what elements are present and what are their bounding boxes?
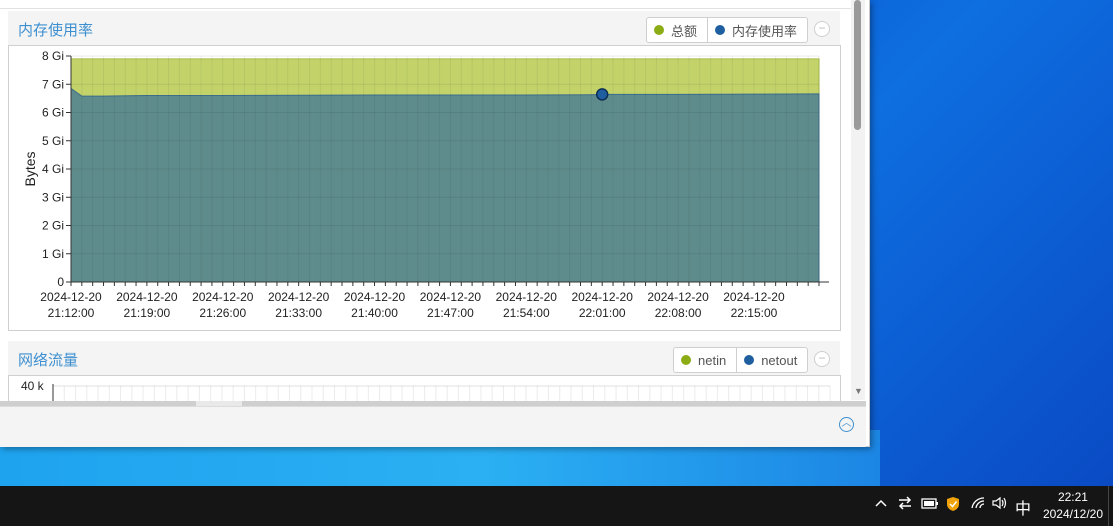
- chevron-up-icon[interactable]: [874, 496, 888, 513]
- y-tick-label: 8 Gi: [42, 49, 64, 63]
- x-tick-label-date: 2024-12-20: [647, 290, 709, 304]
- x-tick-label-date: 2024-12-20: [723, 290, 785, 304]
- memory-chart-container: 0 1 Gi 2 Gi 3 Gi 4 Gi 5 Gi 6 Gi 7 Gi 8 Gi 2024-12…: [8, 45, 841, 331]
- legend-label-memory-usage: 内存使用率: [732, 23, 798, 39]
- network-chart-container: 40 k: [8, 375, 841, 402]
- highlight-point[interactable]: [595, 88, 609, 101]
- legend-dot-icon: [654, 25, 664, 35]
- legend-label-total: 总额: [671, 23, 698, 39]
- y-tick-label: 7 Gi: [42, 77, 64, 91]
- network-chart: [52, 384, 831, 402]
- clock-date: 2024/12/20: [1042, 507, 1103, 521]
- legend-label-netout: netout: [761, 352, 798, 368]
- memory-panel-title: 内存使用率: [18, 22, 94, 39]
- app-window: 内存使用率 总额 内存使用率 − 0 1 Gi 2 Gi 3 Gi 4 Gi 5 Gi 6 …: [0, 0, 870, 447]
- ime-indicator[interactable]: 中: [1015, 495, 1031, 519]
- taskbar: 中 22:21 2024/12/20: [0, 486, 1113, 526]
- x-tick-label-time: 22:01:00: [579, 306, 626, 320]
- x-tick-label-time: 21:12:00: [48, 306, 95, 320]
- x-tick-label-time: 21:26:00: [199, 306, 246, 320]
- y-tick-label: 5 Gi: [42, 134, 64, 148]
- x-tick-label-time: 21:54:00: [503, 306, 550, 320]
- legend-item-total[interactable]: 总额: [647, 18, 707, 42]
- vertical-scrollbar[interactable]: ▼: [851, 0, 865, 400]
- y-tick-label: 2 Gi: [42, 219, 64, 233]
- memory-panel-header: 内存使用率 总额 内存使用率 −: [8, 11, 840, 45]
- y-tick-label: 3 Gi: [42, 190, 64, 204]
- x-tick-label-time: 22:15:00: [731, 306, 778, 320]
- show-desktop-button[interactable]: [1108, 486, 1113, 526]
- volume-icon[interactable]: [992, 496, 1008, 513]
- legend-item-netout[interactable]: netout: [736, 348, 807, 372]
- y-tick-label: 1 Gi: [42, 247, 64, 261]
- legend-dot-icon: [681, 355, 691, 365]
- memory-legend: 总额 内存使用率: [646, 17, 809, 43]
- window-footer: ︿: [0, 406, 866, 447]
- legend-item-netin[interactable]: netin: [674, 348, 736, 372]
- x-tick-label-date: 2024-12-20: [192, 290, 254, 304]
- shield-icon[interactable]: [946, 496, 960, 515]
- x-tick-label-time: 21:47:00: [427, 306, 474, 320]
- y-axis-title: Bytes: [22, 151, 38, 186]
- x-tick-label-date: 2024-12-20: [344, 290, 406, 304]
- x-tick-label-time: 21:33:00: [275, 306, 322, 320]
- scroll-down-icon[interactable]: ▼: [854, 386, 863, 396]
- series-area-1: [70, 87, 820, 283]
- collapse-button[interactable]: −: [814, 21, 830, 37]
- network-panel-title: 网络流量: [18, 352, 79, 369]
- network-legend: netin netout: [673, 347, 809, 373]
- x-tick-label-time: 21:19:00: [124, 306, 171, 320]
- network-panel-header: 网络流量 netin netout −: [8, 341, 840, 375]
- x-tick-label-date: 2024-12-20: [116, 290, 178, 304]
- legend-dot-icon: [744, 355, 755, 365]
- taskbar-clock[interactable]: 22:21 2024/12/20: [1043, 489, 1103, 523]
- x-tick-label-time: 21:40:00: [351, 306, 398, 320]
- clock-time: 22:21: [1057, 490, 1088, 504]
- x-tick-label-date: 2024-12-20: [40, 290, 102, 304]
- legend-item-memory-usage[interactable]: 内存使用率: [707, 18, 807, 42]
- x-tick-label-date: 2024-12-20: [496, 290, 558, 304]
- memory-chart: 0 1 Gi 2 Gi 3 Gi 4 Gi 5 Gi 6 Gi 7 Gi 8 Gi 2024-12…: [22, 49, 829, 320]
- transfer-icon[interactable]: [897, 496, 913, 513]
- battery-icon[interactable]: [921, 496, 939, 513]
- x-tick-label-date: 2024-12-20: [268, 290, 330, 304]
- x-tick-label-date: 2024-12-20: [420, 290, 482, 304]
- collapse-button[interactable]: −: [814, 351, 830, 367]
- expand-up-icon[interactable]: ︿: [839, 417, 854, 432]
- y-tick-label: 4 Gi: [42, 162, 64, 176]
- legend-dot-icon: [715, 25, 726, 35]
- x-tick-label-time: 22:08:00: [655, 306, 702, 320]
- window-top-strip: [0, 0, 851, 9]
- legend-label-netin: netin: [698, 352, 727, 368]
- scrollbar-thumb[interactable]: [854, 0, 861, 130]
- wifi-icon[interactable]: [970, 496, 986, 513]
- y-tick-label: 6 Gi: [42, 106, 64, 120]
- network-y-top-label: 40 k: [21, 379, 44, 393]
- x-tick-label-date: 2024-12-20: [571, 290, 633, 304]
- y-tick-label: 0: [57, 275, 64, 289]
